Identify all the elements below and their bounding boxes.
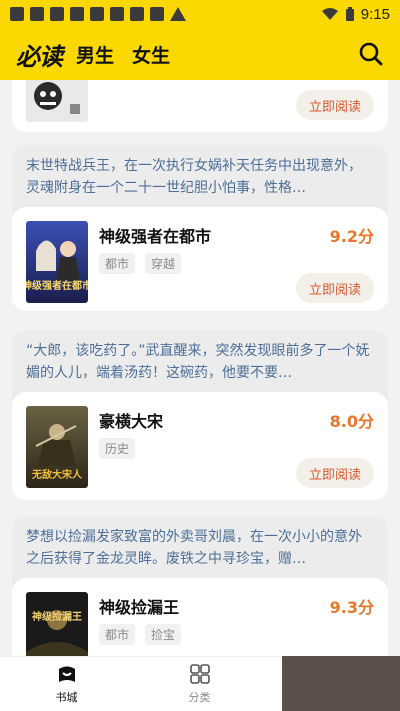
read-now-button[interactable]: 立即阅读	[296, 273, 374, 303]
book-title: 神级捡漏王	[99, 598, 180, 617]
notification-icon	[70, 7, 84, 21]
notification-icon	[150, 7, 164, 21]
category-grid-icon	[189, 664, 210, 684]
tag[interactable]: 捡宝	[145, 624, 182, 645]
book-cover	[26, 80, 88, 122]
wifi-icon	[321, 8, 338, 20]
book-cover: 无敌大宋人	[26, 406, 88, 488]
book-tags: 都市 捡宝	[99, 624, 182, 645]
status-bar: 9:15	[0, 0, 400, 28]
notification-icon	[110, 7, 124, 21]
tag[interactable]: 都市	[99, 624, 136, 645]
book-score: 8.0分	[329, 412, 374, 431]
nav-label: 书城	[55, 691, 78, 704]
book-cover: 神级强者在都市	[26, 221, 88, 303]
book-card[interactable]: 神级强者在都市 神级强者在都市 9.2分 都市 穿越 立即阅读	[12, 207, 388, 311]
book-score: 9.2分	[329, 227, 374, 246]
read-now-button[interactable]: 立即阅读	[296, 90, 374, 120]
book-card: 立即阅读	[12, 80, 388, 132]
tag[interactable]: 穿越	[145, 253, 182, 274]
notification-icon	[10, 7, 24, 21]
book-title: 神级强者在都市	[99, 227, 212, 246]
book-feed[interactable]: 立即阅读 末世特战兵王，在一次执行女娲补天任务中出现意外，灵魂附身在一个二十一世…	[0, 80, 400, 656]
book-tags: 都市 穿越	[99, 253, 182, 274]
battery-icon	[345, 7, 354, 21]
tab-female[interactable]: 女生	[132, 41, 170, 68]
book-tags: 历史	[99, 438, 136, 459]
status-notifications	[10, 7, 186, 21]
cover-title: 神级捡漏王	[32, 610, 82, 623]
book-card[interactable]: 神级捡漏王 神级捡漏王 9.3分 都市 捡宝	[12, 578, 388, 656]
book-cover: 神级捡漏王	[26, 592, 88, 656]
tag[interactable]: 历史	[99, 438, 136, 459]
book-city-icon	[58, 666, 75, 682]
notification-icon	[50, 7, 64, 21]
cover-title: 神级强者在都市	[26, 279, 88, 292]
read-now-button[interactable]: 立即阅读	[296, 458, 374, 488]
app-header: 必读 男生 女生	[0, 28, 400, 80]
tab-male[interactable]: 男生	[76, 41, 114, 68]
search-icon[interactable]	[358, 41, 384, 67]
nav-label: 分类	[188, 691, 211, 704]
status-time: 9:15	[360, 5, 390, 23]
nav-category[interactable]: 分类	[133, 657, 266, 711]
app-logo: 必读	[16, 42, 63, 71]
notification-icon	[130, 7, 144, 21]
tag[interactable]: 都市	[99, 253, 136, 274]
overlay-shade	[282, 656, 400, 711]
nav-book-city[interactable]: 书城	[0, 657, 133, 711]
book-score: 9.3分	[329, 598, 374, 617]
notification-icon	[90, 7, 104, 21]
notification-icon	[30, 7, 44, 21]
book-card[interactable]: 无敌大宋人 豪横大宋 8.0分 历史 立即阅读	[12, 392, 388, 500]
warning-icon	[170, 7, 186, 21]
book-title: 豪横大宋	[99, 412, 164, 431]
cover-title: 无敌大宋人	[31, 468, 83, 481]
